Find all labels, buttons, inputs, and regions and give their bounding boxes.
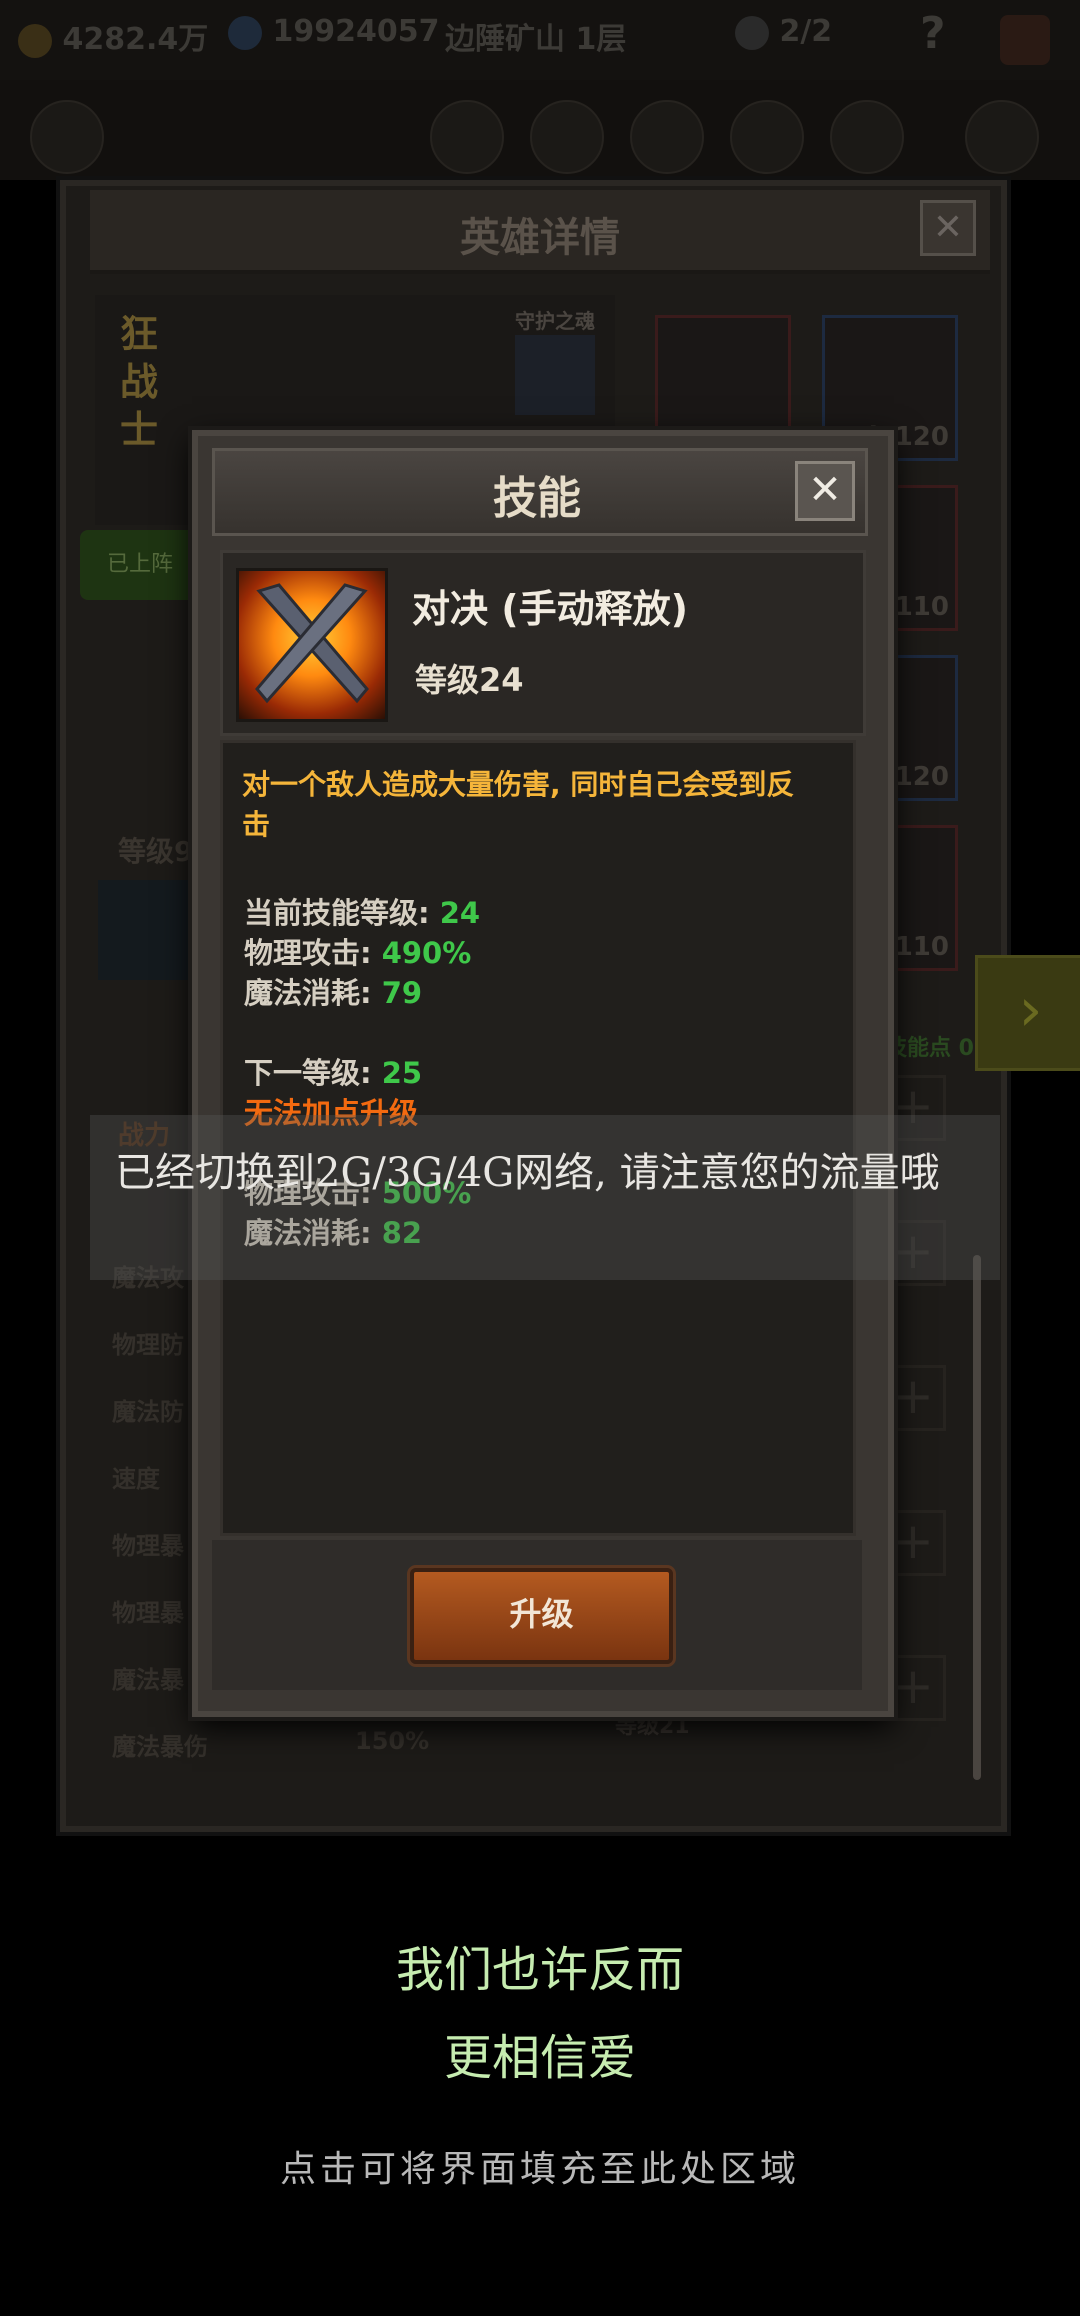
current-skill-level-line: 当前技能等级: 24 <box>244 896 481 930</box>
mana-cost-line: 魔法消耗: 79 <box>244 976 423 1010</box>
slogan-line-2: 更相信爱 <box>443 2030 636 2086</box>
stat-label: 速度 <box>112 1465 160 1493</box>
hero-exp-bars <box>98 880 188 980</box>
hero-class-name: 狂战士 <box>120 312 159 452</box>
chest-icon[interactable] <box>1000 15 1050 65</box>
menu-icon-5[interactable] <box>830 100 904 174</box>
stat-label: 魔法暴 <box>112 1666 184 1694</box>
slogan-line-1: 我们也许反而 <box>395 1942 684 1998</box>
location-label: 边陲矿山 1层 <box>445 22 627 57</box>
skull-icon <box>735 15 769 50</box>
next-hero-arrow-icon[interactable]: › <box>975 955 1080 1071</box>
stat-value: 150% <box>355 1727 430 1755</box>
skill-points-label: 技能点 0 <box>885 1036 974 1061</box>
skill-list-scrollbar[interactable] <box>973 1255 981 1780</box>
gem-counter: 19924057 <box>228 14 439 50</box>
physical-attack-line: 物理攻击: 490% <box>244 936 472 970</box>
network-toast <box>90 1115 1000 1280</box>
skill-name: 对决 (手动释放) <box>412 587 688 631</box>
crossed-swords-icon <box>236 568 388 722</box>
crossed-swords-svg <box>255 583 369 704</box>
menu-icon-3[interactable] <box>630 100 704 174</box>
hero-close-button[interactable]: ✕ <box>920 200 976 256</box>
network-toast-text: 已经切换到2G/3G/4G网络, 请注意您的流量哦 <box>115 1150 940 1196</box>
hero-detail-title: 英雄详情 <box>460 215 620 261</box>
upgrade-button[interactable]: 升级 <box>410 1568 673 1664</box>
guard-soul-icon[interactable] <box>515 335 595 415</box>
hero-level-label: 等级9 <box>118 835 194 868</box>
skull-counter: 2/2 <box>735 14 832 50</box>
skill-level: 等级24 <box>415 661 524 699</box>
stat-label: 物理暴 <box>112 1599 184 1627</box>
stat-label: 魔法防 <box>112 1398 184 1426</box>
skill-description: 对一个敌人造成大量伤害, 同时自己会受到反击 <box>242 768 795 841</box>
stat-label: 物理暴 <box>112 1532 184 1560</box>
fill-screen-hint[interactable]: 点击可将界面填充至此处区域 <box>0 2140 1080 2192</box>
skill-dialog-close-button[interactable]: ✕ <box>795 461 855 521</box>
clock-icon[interactable] <box>965 100 1039 174</box>
menu-icon-4[interactable] <box>730 100 804 174</box>
skill-dialog-title: 技能 <box>493 473 581 524</box>
top-status-bar: 4282.4万 19924057 边陲矿山 1层 2/2 ? <box>0 0 1080 80</box>
guard-soul-label: 守护之魂 <box>515 309 595 333</box>
gold-counter: 4282.4万 <box>18 14 208 58</box>
help-button[interactable]: ? <box>920 8 946 59</box>
stat-label: 物理防 <box>112 1331 184 1359</box>
gem-icon <box>228 15 262 50</box>
hero-avatar-icon[interactable] <box>30 100 104 174</box>
on-field-badge: 已上阵 <box>80 530 200 600</box>
menu-icon-2[interactable] <box>530 100 604 174</box>
gold-coin-icon <box>18 23 52 58</box>
stat-label: 魔法暴伤 <box>112 1733 208 1761</box>
menu-icon-1[interactable] <box>430 100 504 174</box>
next-level-line: 下一等级: 25 <box>244 1056 423 1090</box>
